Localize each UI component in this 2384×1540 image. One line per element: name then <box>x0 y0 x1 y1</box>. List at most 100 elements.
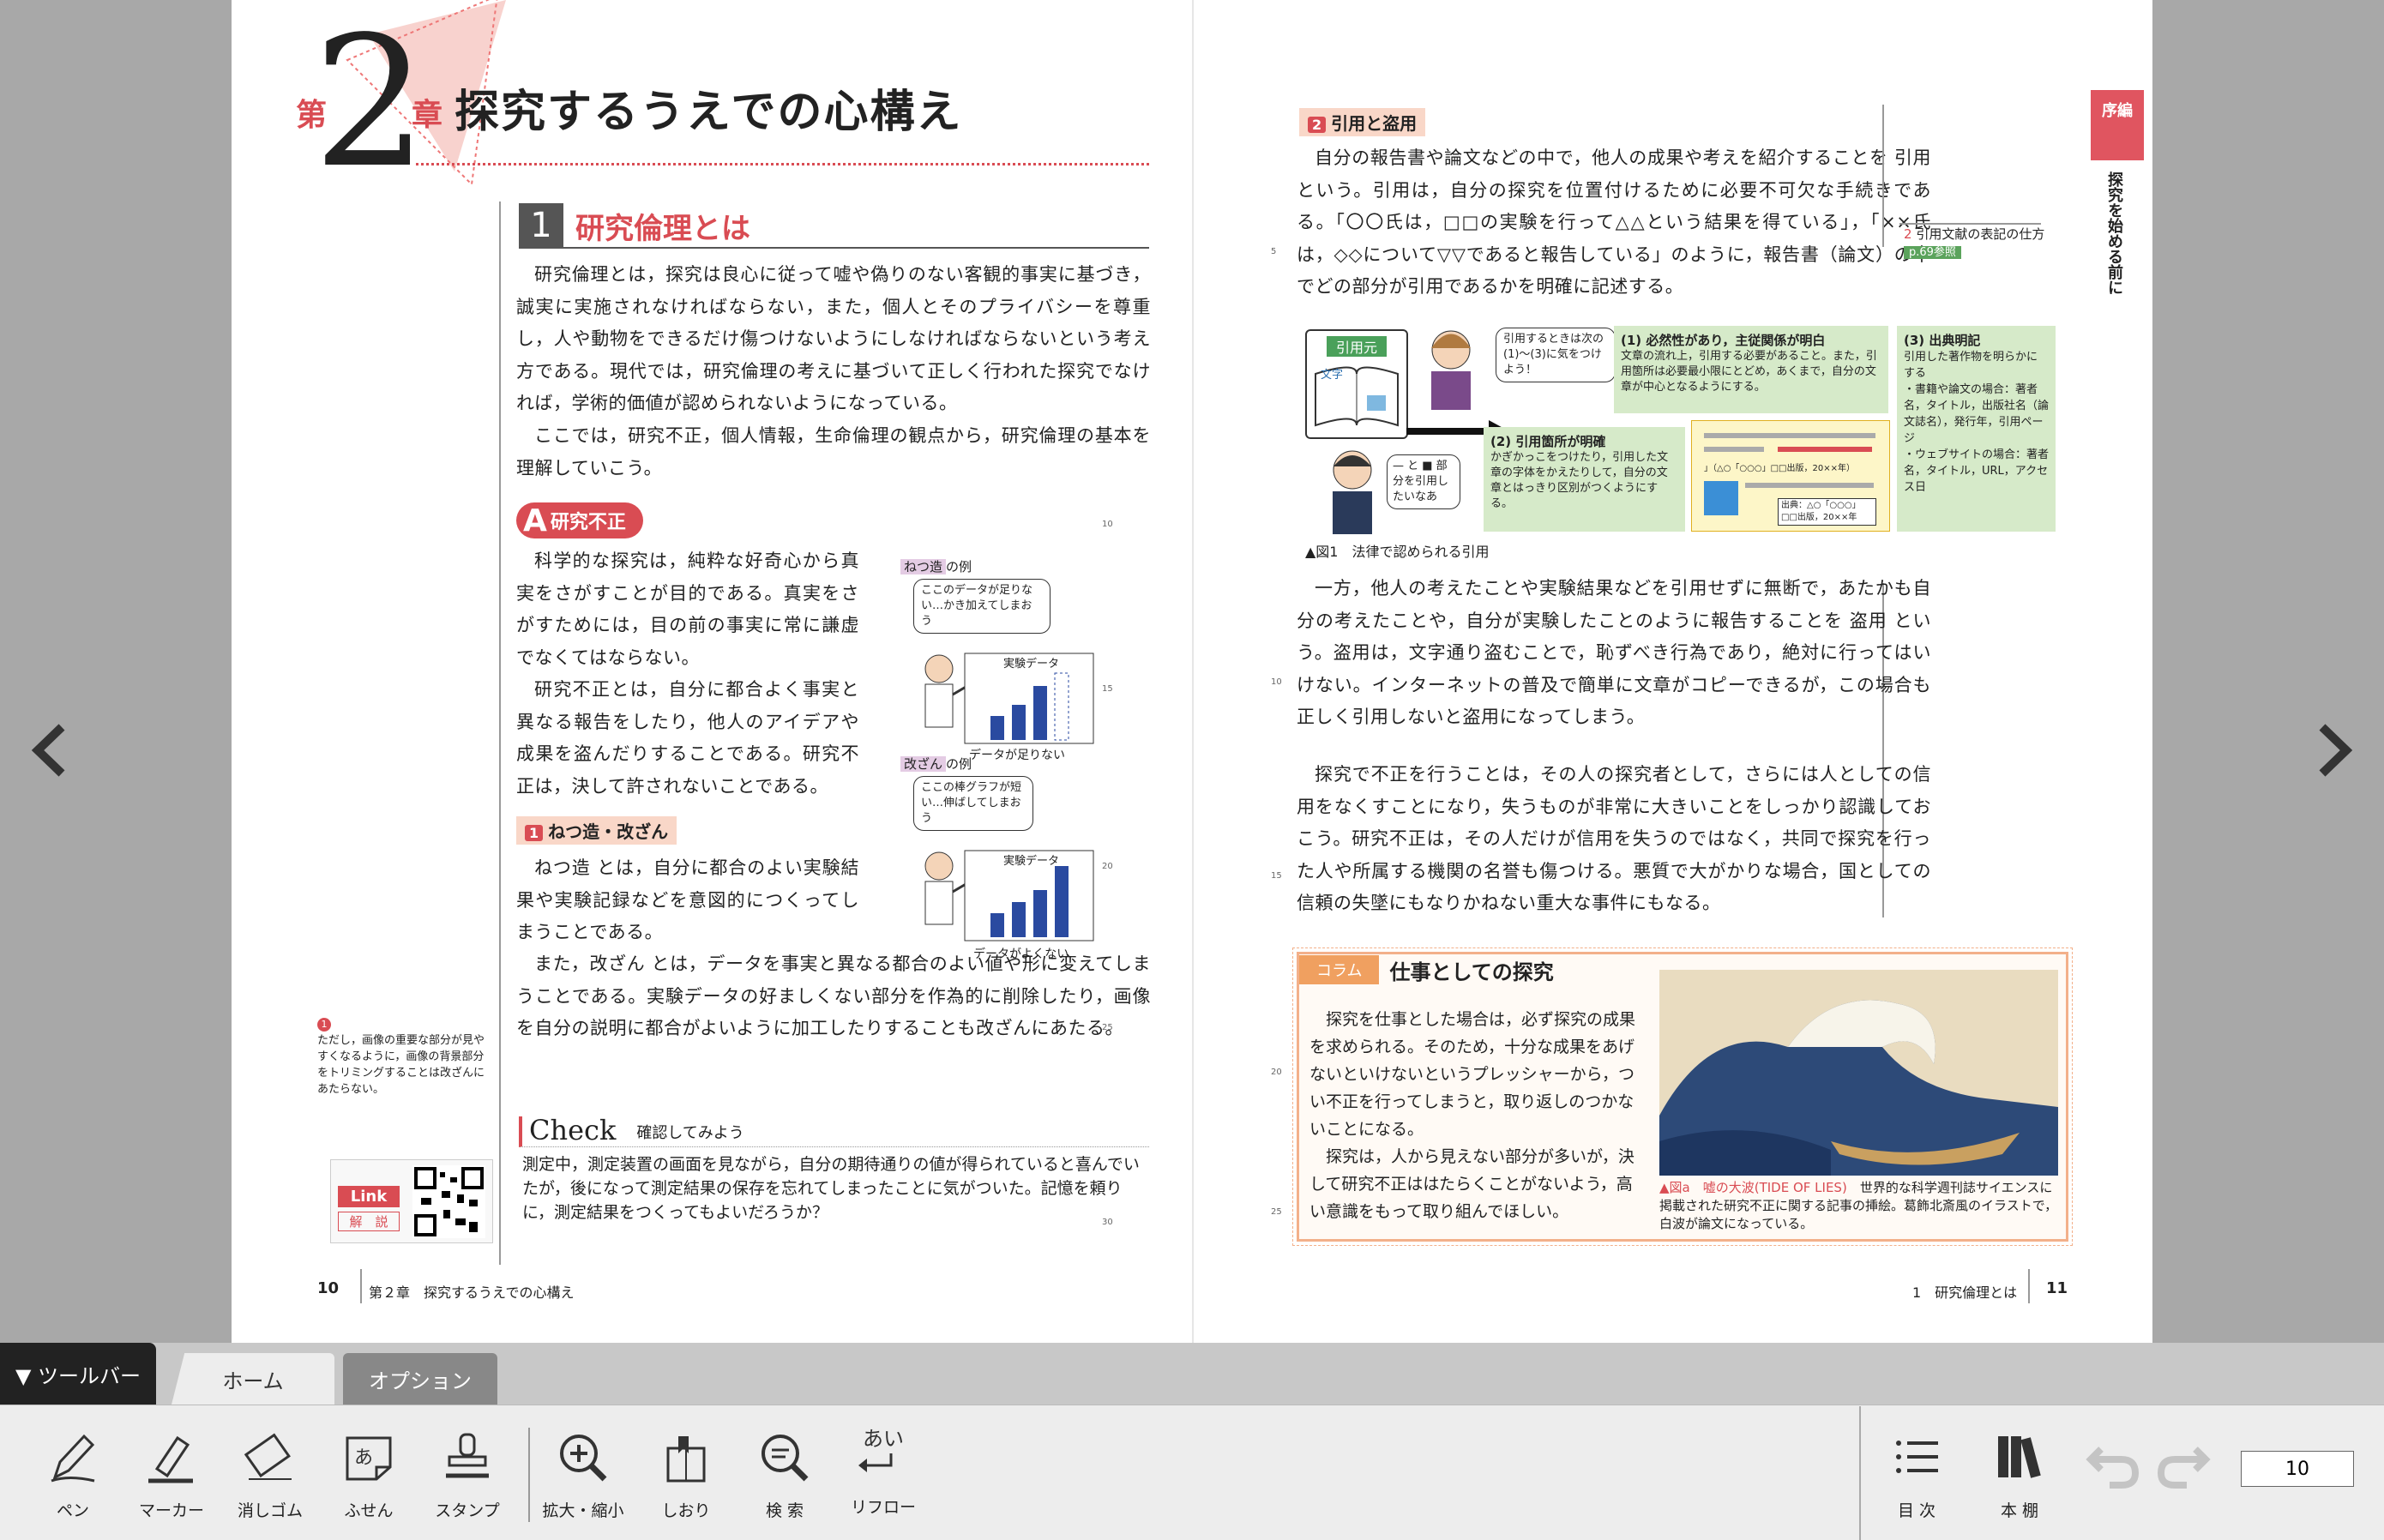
pen-tool-button[interactable]: ペン <box>26 1428 120 1521</box>
fig1-caption: ▲図1 法律で認められる引用 <box>1305 544 1490 560</box>
toc-label: 目 次 <box>1897 1501 1936 1520</box>
reflow-label: リフロー <box>850 1498 916 1517</box>
s2-paragraph-3: 探究で不正を行うことは，その人の探究者として，さらには人としての信用をなくすこと… <box>1297 764 1931 913</box>
section1-heading: 1 研究倫理とは <box>519 203 1149 249</box>
tab-options[interactable]: オプション <box>343 1353 497 1405</box>
bookmark-tool-button[interactable]: しおり <box>639 1428 733 1521</box>
section1-number: 1 <box>519 203 563 248</box>
intro-paragraph-2: ここでは，研究不正，個人情報，生命倫理の観点から，研究倫理の基本を理解していこう… <box>516 425 1151 478</box>
search-tool-button[interactable]: 検 索 <box>737 1428 832 1521</box>
page-number-input[interactable] <box>2241 1451 2354 1487</box>
column-paragraph-1: 探究を仕事とした場合は，必ず探究の成果を求められる。そのため，十分な成果をあげな… <box>1309 1010 1636 1139</box>
reflow-tool-button[interactable]: あい リフロー <box>836 1428 930 1518</box>
right-toolbar-divider <box>1859 1406 1861 1540</box>
bookshelf-button[interactable]: 本 棚 <box>1972 1428 2067 1521</box>
kaizan-suffix: の例 <box>946 756 972 772</box>
a-paragraph-2: 研究不正とは，自分に都合よく事実と異なる報告をしたり，他人のアイデアや成果を盗ん… <box>516 679 859 797</box>
side-tab-top[interactable]: 序編 <box>2091 90 2144 160</box>
chapter-number: 2 <box>313 0 428 208</box>
fig1-box-3-title: (3) 出典明記 <box>1904 333 1981 348</box>
chapter-title: 探究するうえでの心構え <box>455 87 963 138</box>
figure-1: 引用元 文字 引用するときは次の(1)〜(3)に気をつけよう！ — と ■ 部分… <box>1305 324 2060 564</box>
footer-right-page: 11 <box>2046 1279 2068 1297</box>
fig1-source-box: 引用元 文字 <box>1305 329 1408 439</box>
netsuzo-suffix: の例 <box>946 559 972 574</box>
figure-kaizan: 改ざん の例 ここの棒グラフが短い…伸ばしてしまおう 実験データ データがよくない <box>900 755 1123 961</box>
s2-paragraph-2: 一方，他人の考えたことや実験結果などを引用せずに無断で，あたかも自分の考えたこと… <box>1297 578 1931 727</box>
chevron-right-icon <box>2319 724 2353 777</box>
sticky-note-tool-button[interactable]: あ ふせん <box>322 1428 416 1521</box>
zoom-tool-button[interactable]: 拡大・縮小 <box>536 1428 630 1521</box>
undo-icon[interactable] <box>2084 1432 2144 1492</box>
fig1-box-1-title: (1) 必然性があり，主従関係が明白 <box>1621 333 1826 348</box>
kaizan-bubble: ここの棒グラフが短い…伸ばしてしまおう <box>913 776 1033 831</box>
toolbar-toggle-button[interactable]: ▼ ツールバー <box>0 1343 156 1405</box>
netsuzo-label: ねつ造 <box>900 559 947 574</box>
figure-netsuzo: ねつ造 の例 ここのデータが足りない…かき加えてしまおう 実験データ データが足り… <box>900 557 1123 763</box>
sectionA-title: 研究不正 <box>550 512 626 533</box>
s2-paragraph-1: 自分の報告書や論文などの中で，他人の成果や考えを紹介することを 引用 という。引… <box>1297 147 1931 297</box>
footer-left-label: 第２章 探究するうえでの心構え <box>369 1284 575 1301</box>
sub1-number: 1 <box>525 825 544 841</box>
line-number: 5 <box>1102 333 1108 342</box>
student-icon <box>1333 450 1372 534</box>
book-spread: 第 2 章 探究するうえでの心構え 1 研究倫理とは 研究倫理とは，探究は良心に… <box>232 0 2152 1343</box>
netsuzo-bubble: ここのデータが足りない…かき加えてしまおう <box>913 579 1051 634</box>
sidenote-1-text: ただし，画像の重要な部分が見やすくなるように，画像の背景部分をトリミングすること… <box>317 1034 485 1096</box>
reflow-glyph: あい <box>863 1427 904 1451</box>
toc-button[interactable]: 目 次 <box>1869 1428 1964 1521</box>
teacher-icon <box>1431 330 1471 410</box>
return-arrow-icon <box>858 1453 893 1472</box>
sub1-paragraph-1: ねつ造 とは，自分に都合のよい実験結果や実験記録などを意図的につくってしまうこと… <box>516 857 859 942</box>
tab-home[interactable]: ホーム <box>172 1353 334 1405</box>
check-title: Check <box>529 1114 617 1146</box>
footer-left-rule <box>360 1269 362 1303</box>
check-subtitle: 確認してみよう <box>636 1124 744 1142</box>
column-tag: コラム <box>1299 955 1380 984</box>
line-number: 10 <box>1271 677 1282 687</box>
sidenote-2-ref[interactable]: p.69参照 <box>1904 246 1961 259</box>
line-number: 20 <box>1271 1068 1282 1077</box>
sticky-note-icon: あ <box>346 1436 392 1481</box>
pen-icon <box>51 1434 95 1483</box>
svg-text:あ: あ <box>354 1447 373 1469</box>
footer-left-page: 10 <box>317 1279 340 1297</box>
prev-page-button[interactable] <box>19 712 79 789</box>
marker-tool-button[interactable]: マーカー <box>124 1428 219 1521</box>
intro-paragraph-1: 研究倫理とは，探究は良心に従って嘘や偽りのない客観的事実に基づき，誠実に実施され… <box>516 264 1151 413</box>
qr-link-label: Link <box>338 1186 400 1207</box>
bookmark-label: しおり <box>661 1501 711 1520</box>
qr-code-icon <box>412 1165 485 1238</box>
fig1-box-1-text: 文章の流れ上，引用する必要があること。また，引用箇所は必要最小限にとどめ，あくま… <box>1621 350 1877 394</box>
eraser-tool-button[interactable]: 消しゴム <box>223 1428 317 1521</box>
search-icon <box>762 1435 809 1482</box>
line-number: 20 <box>1102 862 1113 871</box>
stamp-tool-button[interactable]: スタンプ <box>420 1428 515 1521</box>
sidenote-1-mark: 1 <box>317 1018 331 1032</box>
stamp-icon <box>446 1433 489 1478</box>
column-caption-title: ▲図a 嘘の大波(TIDE OF LIES) <box>1659 1180 1847 1195</box>
section2-heading: 2 引用と盗用 <box>1299 108 1426 136</box>
line-number: 10 <box>1102 520 1113 529</box>
search-label: 検 索 <box>765 1501 804 1520</box>
stamp-label: スタンプ <box>435 1501 500 1520</box>
sidenote-2-text: 引用文献の表記の仕方 <box>1916 226 2045 242</box>
sub1-paragraph-2: また，改ざん とは，データを事実と異なる都合のよい値や形に変えてしまうことである… <box>516 953 1151 1038</box>
sidenote-2: 2 引用文献の表記の仕方 p.69参照 <box>1904 225 2044 259</box>
qr-code-box[interactable]: Link 解 説 <box>330 1159 493 1243</box>
a-paragraph-1: 科学的な探究は，純粋な好奇心から真実をさがすことが目的である。真実をさがすために… <box>516 550 859 668</box>
section2-title: 引用と盗用 <box>1331 113 1418 134</box>
fig1-box-3: (3) 出典明記 引用した著作物を明らかにする ・書籍や論文の場合：著者名，タイ… <box>1897 326 2056 532</box>
section1-title: 研究倫理とは <box>575 211 750 246</box>
line-number: 15 <box>1271 871 1282 881</box>
column-box: コラム 仕事としての探究 探究を仕事とした場合は，必ず探究の成果を求められる。そ… <box>1292 947 2073 1246</box>
next-page-button[interactable] <box>2305 712 2365 789</box>
sidenote-2-mark: 2 <box>1904 226 1912 242</box>
bookmark-icon <box>666 1436 706 1483</box>
fig1-source-label: 引用元 <box>1327 336 1387 357</box>
eraser-icon <box>244 1433 292 1480</box>
chapter-divider <box>416 163 1149 165</box>
redo-icon[interactable] <box>2152 1432 2212 1492</box>
side-tab-top-label: 序編 <box>2102 102 2133 120</box>
fig1-box-2-text: かぎかっこをつけたり，引用した文章の字体をかえたりして，自分の文章とはっきり区別… <box>1490 451 1669 510</box>
